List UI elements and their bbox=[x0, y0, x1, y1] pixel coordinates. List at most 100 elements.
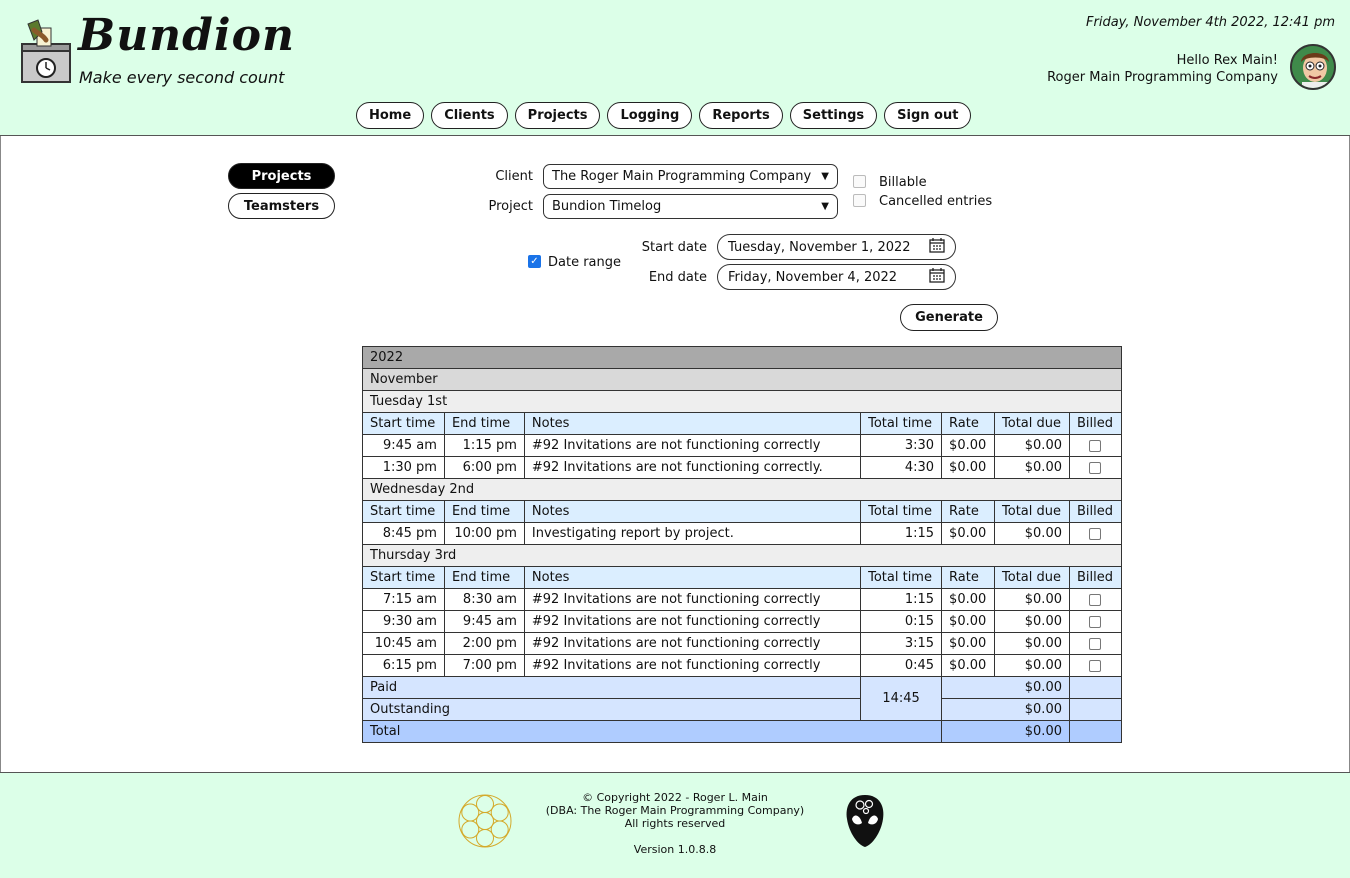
date-range-checkbox[interactable]: ✓ bbox=[528, 255, 541, 268]
date-range-label: Date range bbox=[548, 255, 622, 270]
paid-row: Paid 14:45 $0.00 bbox=[361, 676, 1123, 721]
calendar-icon[interactable] bbox=[929, 237, 945, 257]
billable-label: Billable bbox=[879, 175, 927, 190]
rate-cell: $0.00 bbox=[941, 588, 996, 611]
billed-checkbox[interactable] bbox=[1089, 461, 1102, 474]
total-due-cell: $0.00 bbox=[994, 610, 1070, 633]
tab-teamsters[interactable]: Teamsters bbox=[228, 193, 335, 219]
nav-reports-button[interactable]: Reports bbox=[699, 102, 783, 129]
notes-cell: #92 Invitations are not functioning corr… bbox=[523, 632, 862, 655]
total-time-cell: 3:15 bbox=[860, 632, 943, 655]
billed-checkbox[interactable] bbox=[1089, 439, 1102, 452]
rate-cell: $0.00 bbox=[941, 632, 996, 655]
notes-cell: #92 Invitations are not functioning corr… bbox=[523, 456, 862, 479]
month-row-cell: November bbox=[362, 368, 1122, 391]
year-row: 2022 bbox=[362, 346, 1122, 369]
day-row: Wednesday 2nd bbox=[362, 478, 1122, 501]
column-header: End time bbox=[443, 412, 525, 435]
rate-cell: $0.00 bbox=[941, 610, 996, 633]
generate-button[interactable]: Generate bbox=[900, 304, 998, 331]
billed-cell bbox=[1068, 456, 1123, 479]
grand-total-time: 14:45 bbox=[860, 676, 943, 721]
nav-signout-button[interactable]: Sign out bbox=[884, 102, 972, 129]
end-date-label: End date bbox=[648, 270, 707, 285]
total-time-cell: 4:30 bbox=[860, 456, 943, 479]
total-time-cell: 1:15 bbox=[860, 588, 943, 611]
total-due-cell: $0.00 bbox=[994, 588, 1070, 611]
end-date-input[interactable]: Friday, November 4, 2022 bbox=[717, 264, 956, 290]
column-header: Total due bbox=[994, 412, 1070, 435]
greeting-text: Hello Rex Main! bbox=[1176, 53, 1278, 68]
total-row: Total $0.00 bbox=[361, 720, 1123, 743]
start-time-cell: 1:30 pm bbox=[362, 456, 445, 479]
column-header: Total due bbox=[994, 566, 1070, 589]
table-row: 1:30 pm 6:00 pm #92 Invitations are not fu… bbox=[362, 456, 1123, 479]
day-row: Thursday 3rd bbox=[362, 544, 1122, 567]
total-due-cell: $0.00 bbox=[994, 434, 1070, 457]
outstanding-row: Outstanding $0.00 bbox=[361, 698, 1123, 721]
billed-cell bbox=[1068, 434, 1123, 457]
table-row: 10:45 am 2:00 pm #92 Invitations are not f… bbox=[362, 632, 1123, 655]
billable-checkbox[interactable] bbox=[853, 175, 866, 188]
tagline: Make every second count bbox=[79, 68, 285, 87]
end-time-cell: 8:30 am bbox=[443, 588, 525, 611]
start-date-input[interactable]: Tuesday, November 1, 2022 bbox=[717, 234, 956, 260]
billed-checkbox[interactable] bbox=[1089, 527, 1102, 540]
column-header: Total due bbox=[994, 500, 1070, 523]
nav-logging-button[interactable]: Logging bbox=[607, 102, 693, 129]
nav-home-button[interactable]: Home bbox=[356, 102, 425, 129]
current-datetime: Friday, November 4th 2022, 12:41 pm bbox=[1086, 15, 1335, 30]
project-select[interactable]: Bundion Timelog ▼ bbox=[543, 194, 838, 219]
client-label: Client bbox=[495, 169, 533, 184]
chevron-down-icon: ▼ bbox=[821, 171, 829, 182]
start-time-cell: 9:45 am bbox=[362, 434, 445, 457]
copyright-line-3: All rights reserved bbox=[624, 817, 726, 830]
cancelled-entries-checkbox[interactable] bbox=[853, 194, 866, 207]
year-row-cell: 2022 bbox=[362, 346, 1122, 369]
company-name: Roger Main Programming Company bbox=[1047, 70, 1278, 85]
total-time-cell: 0:45 bbox=[860, 654, 943, 677]
start-time-cell: 8:45 pm bbox=[362, 522, 445, 545]
total-time-cell: 0:15 bbox=[860, 610, 943, 633]
copyright-line-1: © Copyright 2022 - Roger L. Main bbox=[582, 791, 768, 804]
billed-checkbox[interactable] bbox=[1089, 615, 1102, 628]
column-header-row: Start time End time Notes Total time Rate Tot… bbox=[362, 412, 1123, 435]
billed-cell bbox=[1068, 522, 1123, 545]
nav-projects-button[interactable]: Projects bbox=[514, 102, 601, 129]
month-row: November bbox=[362, 368, 1122, 391]
start-time-cell: 9:30 am bbox=[362, 610, 445, 633]
rate-cell: $0.00 bbox=[941, 434, 996, 457]
rate-cell: $0.00 bbox=[941, 654, 996, 677]
notes-cell: Investigating report by project. bbox=[523, 522, 862, 545]
cancelled-entries-label: Cancelled entries bbox=[879, 194, 993, 209]
nav-settings-button[interactable]: Settings bbox=[789, 102, 878, 129]
total-time-cell: 3:30 bbox=[860, 434, 943, 457]
end-date-value: Friday, November 4, 2022 bbox=[728, 269, 898, 285]
billed-cell bbox=[1068, 654, 1123, 677]
column-header: Total time bbox=[860, 566, 943, 589]
paid-value: $0.00 bbox=[941, 676, 1070, 699]
outstanding-billed-cell bbox=[1068, 698, 1123, 721]
end-time-cell: 9:45 am bbox=[443, 610, 525, 633]
client-select-value: The Roger Main Programming Company bbox=[552, 169, 812, 184]
nav-clients-button[interactable]: Clients bbox=[431, 102, 508, 129]
report-table: 2022 November Tuesday 1st Start time End tim… bbox=[361, 346, 1123, 743]
billed-checkbox[interactable] bbox=[1089, 593, 1102, 606]
calendar-icon[interactable] bbox=[929, 267, 945, 287]
billed-checkbox[interactable] bbox=[1089, 637, 1102, 650]
end-time-cell: 6:00 pm bbox=[443, 456, 525, 479]
notes-cell: #92 Invitations are not functioning corr… bbox=[523, 654, 862, 677]
total-value: $0.00 bbox=[941, 720, 1070, 743]
copyright: © Copyright 2022 - Roger L. Main (DBA: T… bbox=[540, 791, 810, 830]
client-select[interactable]: The Roger Main Programming Company ▼ bbox=[543, 164, 838, 189]
billed-checkbox[interactable] bbox=[1089, 659, 1102, 672]
billed-cell bbox=[1068, 588, 1123, 611]
tab-projects[interactable]: Projects bbox=[228, 163, 335, 189]
avatar[interactable] bbox=[1290, 44, 1336, 90]
table-row: 7:15 am 8:30 am #92 Invitations are not fu… bbox=[362, 588, 1123, 611]
outstanding-value: $0.00 bbox=[941, 698, 1070, 721]
start-time-cell: 10:45 am bbox=[362, 632, 445, 655]
brand-logo: Bundion bbox=[78, 10, 295, 61]
billed-cell bbox=[1068, 632, 1123, 655]
rate-cell: $0.00 bbox=[941, 456, 996, 479]
